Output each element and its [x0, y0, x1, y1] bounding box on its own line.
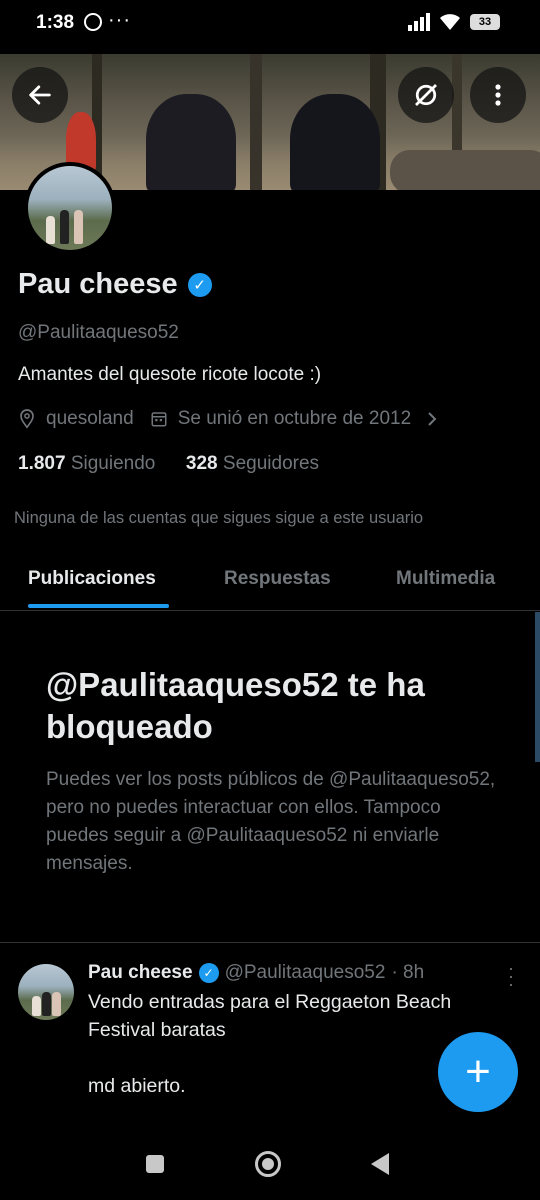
- following-label: Siguiendo: [70, 453, 156, 474]
- profile-tabs: Publicaciones Respuestas Multimedia: [0, 550, 540, 611]
- profile-handle: @Paulitaaqueso52: [18, 322, 179, 343]
- blocked-title: @Paulitaaqueso52 te ha bloqueado: [46, 666, 425, 745]
- profile-name: Pau cheese: [18, 268, 178, 300]
- blocked-text: Puedes ver los posts públicos de @Paulit…: [46, 769, 496, 874]
- tab-multimedia[interactable]: Multimedia: [396, 568, 495, 590]
- tweet-header: Pau cheese ✓ @Paulitaaqueso52 · 8h: [88, 962, 424, 984]
- hide-button[interactable]: [398, 67, 454, 123]
- tweet-avatar[interactable]: [18, 964, 74, 1020]
- status-dots: ···: [108, 9, 131, 31]
- compose-button[interactable]: +: [438, 1032, 518, 1112]
- signal-icon: [408, 13, 430, 31]
- status-right: 33: [408, 13, 500, 31]
- back-button[interactable]: [12, 67, 68, 123]
- tweet-time: · 8h: [391, 962, 425, 983]
- divider: [0, 942, 540, 943]
- wifi-icon: [440, 14, 460, 30]
- calendar-icon: [151, 412, 167, 427]
- profile-avatar[interactable]: [24, 162, 116, 254]
- followers-count: 328: [185, 453, 218, 474]
- chevron-right-icon[interactable]: [425, 410, 439, 428]
- active-tab-indicator: [28, 604, 169, 608]
- following-count: 1.807: [18, 453, 66, 474]
- follow-stats: 1.807 Siguiendo 328 Seguidores: [18, 453, 319, 475]
- recents-icon[interactable]: [146, 1155, 164, 1173]
- tab-publicaciones[interactable]: Publicaciones: [28, 568, 156, 590]
- followers-notice: Ninguna de las cuentas que sigues sigue …: [14, 509, 424, 527]
- profile-name-row: Pau cheese ✓: [18, 268, 212, 301]
- profile-joined: Se unió en octubre de 2012: [177, 408, 412, 429]
- followers-link[interactable]: 328 Seguidores: [186, 453, 319, 474]
- more-button[interactable]: [470, 67, 526, 123]
- status-bar: 1:38 ··· 33: [0, 0, 540, 52]
- tweet-author-name[interactable]: Pau cheese: [88, 962, 193, 984]
- back-icon[interactable]: [371, 1153, 389, 1175]
- arrow-left-icon: [29, 85, 51, 105]
- status-time: 1:38: [36, 12, 75, 33]
- verified-icon: ✓: [198, 963, 219, 983]
- tweet-author-handle[interactable]: @Paulitaaqueso52: [225, 962, 386, 984]
- location-pin-icon: [20, 409, 34, 429]
- whatsapp-icon: [84, 13, 102, 31]
- more-vertical-icon: [495, 84, 501, 106]
- scroll-indicator: [535, 612, 540, 762]
- profile-location: quesoland: [46, 408, 134, 429]
- following-link[interactable]: 1.807 Siguiendo: [18, 453, 155, 474]
- battery-icon: 33: [470, 14, 500, 30]
- tweet-line-1: Vendo entradas para el Reggaeton Beach F…: [88, 991, 452, 1041]
- verified-icon[interactable]: ✓: [187, 272, 212, 297]
- tweet-more-icon[interactable]: · · ·: [508, 959, 514, 993]
- followers-label: Seguidores: [222, 453, 320, 474]
- slash-circle-icon: [415, 84, 437, 106]
- profile-bio: Amantes del quesote ricote locote :): [18, 364, 322, 385]
- profile-meta: quesoland Se unió en octubre de 2012: [18, 408, 439, 430]
- tab-respuestas[interactable]: Respuestas: [224, 568, 331, 590]
- home-icon[interactable]: [255, 1151, 281, 1177]
